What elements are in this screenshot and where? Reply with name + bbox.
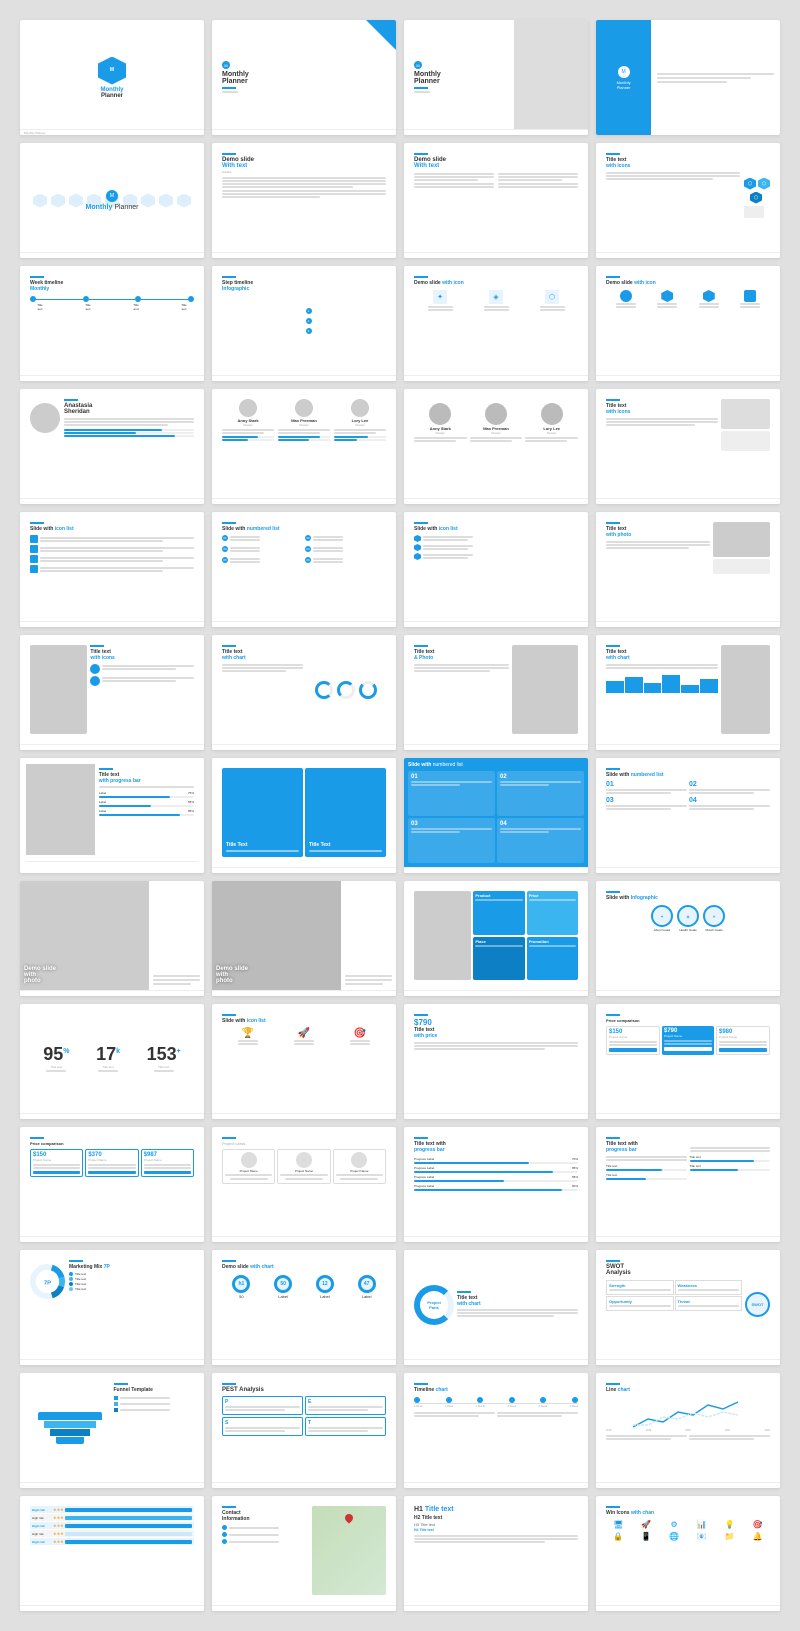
slide-34: Slide with icon list 🏆 🚀 🎯	[212, 1004, 396, 1119]
slide-11: Demo slide with icon ✦ ◈ ⬡	[404, 266, 588, 381]
slide-2: M MonthlyPlanner	[212, 20, 396, 135]
slide-48: Line chart 2018 2019 2020 2021 2022	[596, 1373, 780, 1488]
slide-38: Project cards Project Name Project Name …	[212, 1127, 396, 1242]
slide-25: Title textwith progress bar Label75% Lab…	[20, 758, 204, 873]
slide-43: ProjectParis Title textwith chart	[404, 1250, 588, 1365]
slide-49: High risk ★★★ High risk ★★★ High risk	[20, 1496, 204, 1611]
slide-51: H1 Title text H2 Title text H3 Title tex…	[404, 1496, 588, 1611]
slide-33: 95% Title text 17k Title text 153+ Title…	[20, 1004, 204, 1119]
slide-44: SWOTAnalysis Strength Weakness Opportuni…	[596, 1250, 780, 1365]
slide-8: Title textwith icons ⬡ ⬡ ⬡	[596, 143, 780, 258]
slide-3: M MonthlyPlanner	[404, 20, 588, 135]
slide-14: Anny Stark Design Max Freeman Design	[212, 389, 396, 504]
slide-13: AnastasiaSheridan	[20, 389, 204, 504]
slide-9: Week timelineMonthly Titletext Titletext…	[20, 266, 204, 381]
slide-31: Product Price Place Promotion	[404, 881, 588, 996]
slide-41: 7P Marketing Mix 7P Title text Title tex…	[20, 1250, 204, 1365]
slide-18: Slide with numbered list 01 02 03 04 05 …	[212, 512, 396, 627]
slide-16: Title textwith icons	[596, 389, 780, 504]
slide-26: Title Text Title Text	[212, 758, 396, 873]
slide-12: Demo slide with icon	[596, 266, 780, 381]
slide-7: Demo slideWith text	[404, 143, 588, 258]
slide-52: Win Icons with chan 🖥 🚀 ⚙ 📊 💡 🎯 🔒 📱 🌐 📧 …	[596, 1496, 780, 1611]
slide-29: Demo slidewithphoto	[20, 881, 204, 996]
slide-39: Title text withprogress bar Progress Lab…	[404, 1127, 588, 1242]
slide-23: Title text& Photo	[404, 635, 588, 750]
slide-27: Slide with numbered list 01 02 03	[404, 758, 588, 873]
slides-grid: M MonthlyPlanner Monthly Planner M Month…	[20, 20, 780, 1611]
slide-45: Funnel Template	[20, 1373, 204, 1488]
slide-30: Demo slidewithphoto	[212, 881, 396, 996]
slide-47: Timeline chart 1 Week 2 Week 1 Month 2 W…	[404, 1373, 588, 1488]
slide-46: PEST Analysis P E S T	[212, 1373, 396, 1488]
slide-28: Slide with numbered list 01 02 03 04	[596, 758, 780, 873]
slide-5: M Monthly Planner	[20, 143, 204, 258]
slide-15: Anny Stark Design Max Freeman Design Lor…	[404, 389, 588, 504]
slide-32: Slide with Infographic ✦ About Goals ◈ H…	[596, 881, 780, 996]
slide-10: Step timelineInfographic 1 2 3	[212, 266, 396, 381]
slide-40: Title text withprogress bar Title text T…	[596, 1127, 780, 1242]
slide-35: $790 Title textwith price	[404, 1004, 588, 1119]
slide-21: Title textwith icons	[20, 635, 204, 750]
slide-36: Price comparison $150 Project Name $790 …	[596, 1004, 780, 1119]
slide-6: Demo slideWith text subtitle	[212, 143, 396, 258]
footer: Monthly Planner	[24, 131, 46, 135]
slide-19: Slide with icon list	[404, 512, 588, 627]
slide-37: Price comparison $150 Project Name $370 …	[20, 1127, 204, 1242]
slide-24: Title textwith chart	[596, 635, 780, 750]
svg-text:7P: 7P	[44, 1280, 51, 1286]
slide-20: Title textwith photo	[596, 512, 780, 627]
slide-1: M MonthlyPlanner Monthly Planner	[20, 20, 204, 135]
slide-22: Title textwith chart	[212, 635, 396, 750]
slide-42: Demo slide with chart h1 50 50 Label 12 …	[212, 1250, 396, 1365]
slide-50: ContactInformation	[212, 1496, 396, 1611]
slide-4: M MonthlyPlanner	[596, 20, 780, 135]
slide-17: Slide with icon list	[20, 512, 204, 627]
